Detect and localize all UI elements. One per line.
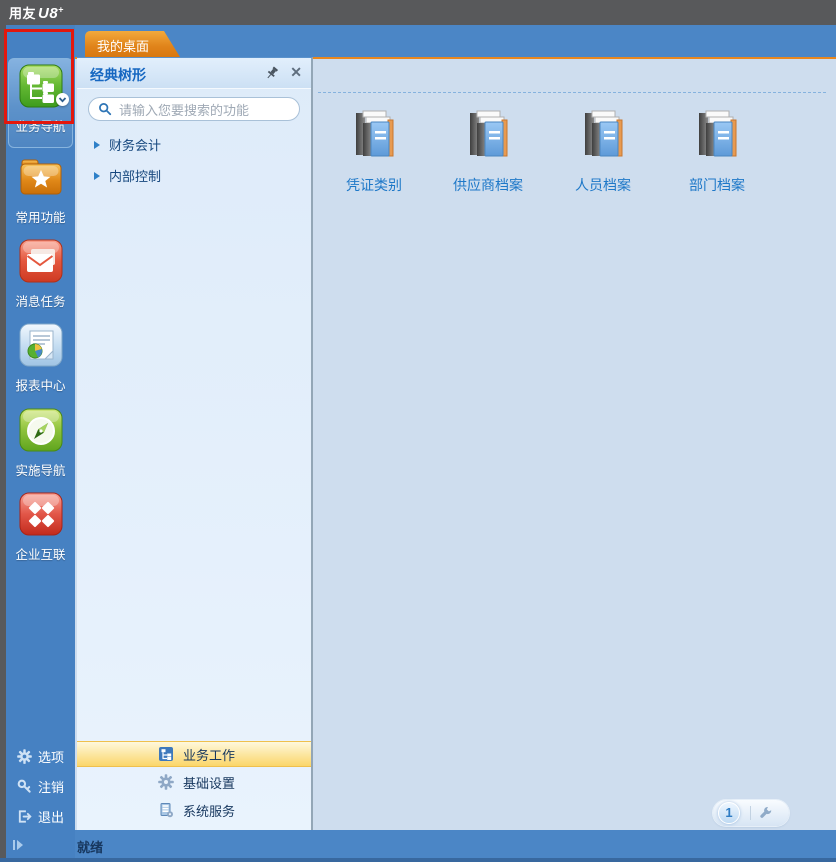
exit-icon [17,809,32,824]
desktop-divider [318,92,826,93]
sidebar-item-report-center[interactable]: 报表中心 [6,323,75,394]
close-icon[interactable]: ✕ [290,64,302,81]
page-indicator: 1 [713,800,789,826]
panel-bottom-menu: 业务工作 基础设置 [77,741,311,825]
sidebar-item-label: 企业互联 [6,544,75,563]
options-label: 选项 [38,747,64,766]
exit-button[interactable]: 退出 [6,805,75,827]
tree-item-financial-accounting[interactable]: 财务会计 [77,129,311,160]
exit-label: 退出 [38,807,64,826]
sidebar-item-business-nav[interactable]: 业务导航 [8,58,73,148]
search-placeholder: 请输入您要搜索的功能 [119,100,249,119]
search-icon [98,102,112,116]
compass-icon [19,408,63,452]
tree-item-internal-control[interactable]: 内部控制 [77,160,311,191]
shortcut-personnel-archive[interactable]: 人员档案 [550,106,656,195]
enterprise-icon [19,492,63,536]
options-button[interactable]: 选项 [6,745,75,767]
menu-item-label: 业务工作 [183,745,235,764]
status-bar: 就绪 [0,830,836,858]
tree-panel: 经典树形 ✕ 请输入您要搜索的功能 [77,57,313,830]
org-tree-icon [158,746,174,762]
search-input[interactable]: 请输入您要搜索的功能 [88,97,300,121]
gear-icon [17,749,32,764]
star-folder-icon [18,155,64,199]
logout-button[interactable]: 注销 [6,775,75,797]
collapse-sidebar-icon[interactable] [11,838,25,857]
menu-item-basic-settings[interactable]: 基础设置 [77,769,311,795]
pin-icon[interactable] [265,66,279,86]
shortcut-label: 凭证类别 [321,175,427,195]
shortcut-label: 部门档案 [664,175,770,195]
sidebar-item-label: 常用功能 [6,207,75,226]
tree-item-label: 内部控制 [109,166,161,185]
status-text: 就绪 [77,837,103,856]
expand-arrow-icon[interactable] [93,140,101,150]
titlebar: 用友U8+ [0,0,836,25]
sidebar-item-label: 消息任务 [6,291,75,310]
shortcut-voucher-category[interactable]: 凭证类别 [321,106,427,195]
expand-arrow-icon[interactable] [93,171,101,181]
window-bottom-edge [0,858,836,862]
sidebar-item-enterprise-link[interactable]: 企业互联 [6,492,75,563]
menu-item-label: 系统服务 [183,801,235,820]
chevron-down-icon[interactable] [56,93,69,106]
tree-item-label: 财务会计 [109,135,161,154]
wrench-icon[interactable] [759,806,773,820]
brand-text: 用友 [9,6,36,21]
books-icon [348,106,400,162]
shortcut-label: 人员档案 [550,175,656,195]
sidebar-item-common-functions[interactable]: 常用功能 [6,155,75,226]
sidebar-item-implementation-nav[interactable]: 实施导航 [6,408,75,479]
books-icon [462,106,514,162]
books-icon [691,106,743,162]
function-tree: 财务会计 内部控制 [77,129,311,191]
menu-item-label: 基础设置 [183,773,235,792]
sidebar-item-label: 报表中心 [6,375,75,394]
tab-my-desktop[interactable]: 我的桌面 [85,31,180,57]
shortcut-supplier-archive[interactable]: 供应商档案 [435,106,541,195]
shortcut-department-archive[interactable]: 部门档案 [664,106,770,195]
panel-title: 经典树形 [90,65,146,85]
server-icon [158,802,174,818]
sidebar-item-label: 实施导航 [6,460,75,479]
sidebar-item-message-tasks[interactable]: 消息任务 [6,239,75,310]
report-icon [19,323,63,367]
pager-divider [750,806,751,820]
menu-item-business-work[interactable]: 业务工作 [77,741,311,767]
product-plus: + [58,5,64,15]
books-icon [577,106,629,162]
sidebar-item-label: 业务导航 [9,116,72,135]
menu-item-system-services[interactable]: 系统服务 [77,797,311,823]
sidebar: 业务导航 常用功能 [6,25,75,858]
product-text: U8 [38,5,58,22]
logout-label: 注销 [38,777,64,796]
page-number-button[interactable]: 1 [718,802,740,824]
message-icon [19,239,63,283]
tree-panel-header: 经典树形 ✕ [77,58,311,89]
app-window: 用友U8+ 业务导航 [0,0,836,862]
app-logo: 用友U8+ [9,3,64,22]
gear-icon [158,774,174,790]
shortcut-label: 供应商档案 [435,175,541,195]
key-icon [17,779,32,794]
tab-strip: 我的桌面 [75,25,836,57]
